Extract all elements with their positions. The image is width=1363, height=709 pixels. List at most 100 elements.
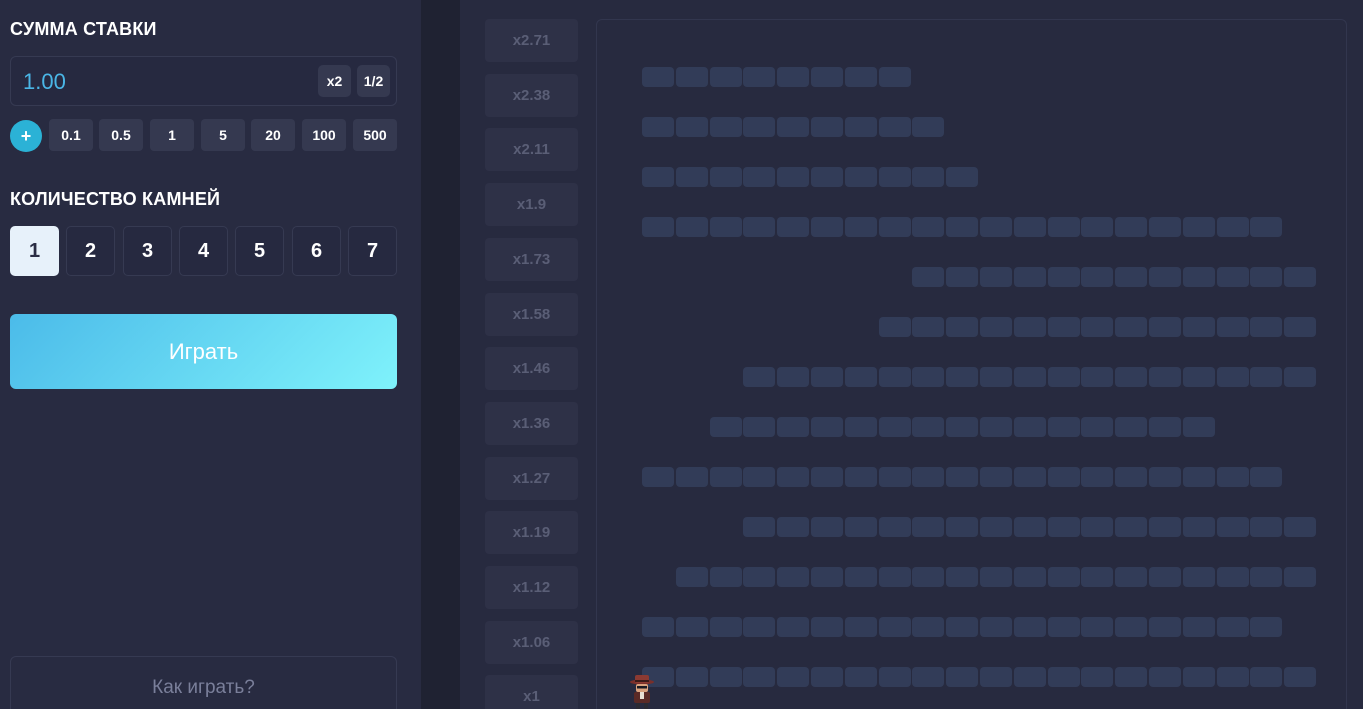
board-cell[interactable] [912, 367, 945, 387]
board-cell[interactable] [1182, 567, 1215, 587]
board-cell[interactable] [1250, 567, 1283, 587]
board-cell[interactable] [1149, 217, 1181, 237]
board-cell[interactable] [1182, 617, 1215, 637]
board-cell[interactable] [1115, 567, 1148, 587]
board-cell[interactable] [709, 467, 742, 487]
board-cell[interactable] [1250, 667, 1283, 687]
board-cell[interactable] [1250, 267, 1283, 287]
board-cell[interactable] [1250, 317, 1283, 337]
board-cell[interactable] [912, 167, 945, 187]
chip-0-5[interactable]: 0.5 [99, 119, 143, 151]
board-cell[interactable] [811, 467, 843, 487]
board-cell[interactable] [844, 217, 877, 237]
board-cell[interactable] [980, 667, 1012, 687]
board-cell[interactable] [1047, 417, 1080, 437]
board-cell[interactable] [642, 617, 674, 637]
board-cell[interactable] [878, 317, 911, 337]
board-cell[interactable] [1216, 667, 1249, 687]
board-cell[interactable] [980, 567, 1012, 587]
board-cell[interactable] [777, 367, 810, 387]
board-cell[interactable] [1013, 217, 1046, 237]
board-cell[interactable] [1081, 567, 1114, 587]
board-cell[interactable] [1182, 417, 1215, 437]
board-cell[interactable] [980, 617, 1012, 637]
board-cell[interactable] [1284, 667, 1317, 687]
board-cell[interactable] [1047, 267, 1080, 287]
board-cell[interactable] [675, 567, 708, 587]
board-cell[interactable] [1149, 467, 1181, 487]
board-cell[interactable] [1149, 317, 1181, 337]
board-cell[interactable] [811, 417, 843, 437]
board-cell[interactable] [1047, 217, 1080, 237]
board-cell[interactable] [912, 667, 945, 687]
board-cell[interactable] [946, 317, 979, 337]
board-cell[interactable] [1081, 517, 1114, 537]
board-cell[interactable] [1115, 267, 1148, 287]
half-bet-button[interactable]: 1/2 [357, 65, 390, 97]
board-cell[interactable] [1115, 367, 1148, 387]
board-cell[interactable] [777, 167, 810, 187]
board-cell[interactable] [675, 117, 708, 137]
board-cell[interactable] [709, 667, 742, 687]
board-cell[interactable] [1081, 267, 1114, 287]
board-cell[interactable] [1250, 367, 1283, 387]
board-cell[interactable] [1216, 217, 1249, 237]
board-cell[interactable] [1284, 267, 1317, 287]
board-cell[interactable] [675, 67, 708, 87]
board-cell[interactable] [1081, 617, 1114, 637]
board-cell[interactable] [642, 67, 674, 87]
board-cell[interactable] [642, 117, 674, 137]
board-cell[interactable] [1284, 367, 1317, 387]
board-cell[interactable] [1216, 567, 1249, 587]
board-cell[interactable] [1250, 617, 1283, 637]
board-cell[interactable] [1115, 517, 1148, 537]
board-cell[interactable] [1149, 667, 1181, 687]
board-cell[interactable] [743, 67, 776, 87]
board-cell[interactable] [709, 567, 742, 587]
board-cell[interactable] [844, 167, 877, 187]
board-cell[interactable] [743, 417, 776, 437]
board-cell[interactable] [743, 167, 776, 187]
board-cell[interactable] [1216, 517, 1249, 537]
board-cell[interactable] [844, 367, 877, 387]
board-cell[interactable] [912, 267, 945, 287]
board-cell[interactable] [1182, 667, 1215, 687]
board-cell[interactable] [878, 367, 911, 387]
board-cell[interactable] [980, 267, 1012, 287]
board-cell[interactable] [844, 617, 877, 637]
board-cell[interactable] [811, 517, 843, 537]
board-cell[interactable] [1047, 567, 1080, 587]
stone-option-3[interactable]: 3 [123, 226, 172, 276]
board-cell[interactable] [844, 117, 877, 137]
board-cell[interactable] [878, 617, 911, 637]
board-cell[interactable] [811, 567, 843, 587]
board-cell[interactable] [980, 417, 1012, 437]
board-cell[interactable] [1284, 567, 1317, 587]
board-cell[interactable] [1081, 367, 1114, 387]
stone-option-1[interactable]: 1 [10, 226, 59, 276]
board-cell[interactable] [1216, 267, 1249, 287]
board-cell[interactable] [1149, 567, 1181, 587]
board-cell[interactable] [1013, 567, 1046, 587]
board-cell[interactable] [709, 417, 742, 437]
board-cell[interactable] [1284, 317, 1317, 337]
bet-amount-field[interactable]: 1.00 x2 1/2 [10, 56, 397, 106]
board-cell[interactable] [912, 217, 945, 237]
board-cell[interactable] [1013, 517, 1046, 537]
board-cell[interactable] [1115, 617, 1148, 637]
board-cell[interactable] [743, 517, 776, 537]
board-cell[interactable] [642, 467, 674, 487]
board-cell[interactable] [709, 67, 742, 87]
board-cell[interactable] [1115, 417, 1148, 437]
board-cell[interactable] [1149, 417, 1181, 437]
board-cell[interactable] [912, 317, 945, 337]
board-cell[interactable] [1115, 467, 1148, 487]
board-cell[interactable] [980, 517, 1012, 537]
board-cell[interactable] [878, 467, 911, 487]
board-cell[interactable] [1047, 617, 1080, 637]
board-cell[interactable] [675, 167, 708, 187]
board-cell[interactable] [878, 417, 911, 437]
board-cell[interactable] [675, 467, 708, 487]
stone-option-4[interactable]: 4 [179, 226, 228, 276]
board-cell[interactable] [811, 67, 843, 87]
